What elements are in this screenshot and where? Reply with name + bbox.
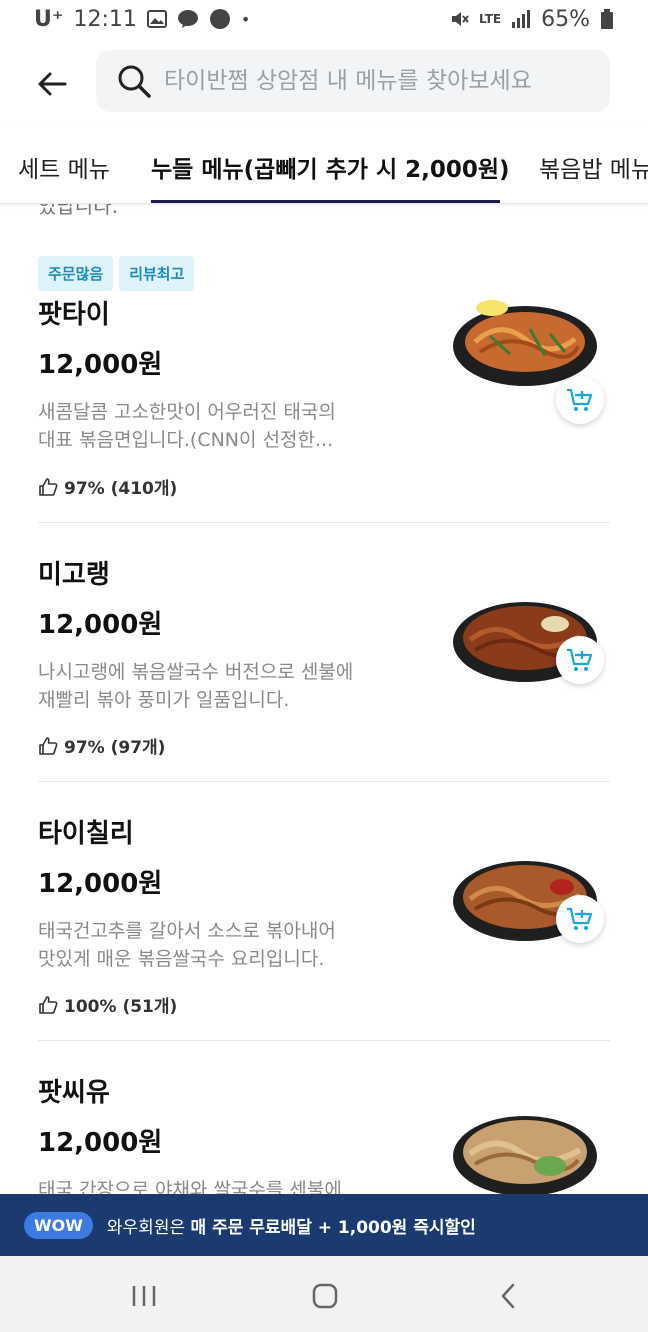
clock: 12:11 [73, 6, 137, 32]
back-nav-button[interactable] [488, 1276, 528, 1316]
thumbs-up-icon [39, 477, 58, 496]
back-button[interactable] [30, 62, 74, 106]
padseeew-photo[interactable] [450, 1104, 600, 1194]
menu-item-rating: 100% (51개) [38, 992, 177, 1017]
menu-item-desc: 새콤달콤 고소한맛이 어우러진 태국의 대표 볶음면입니다.(CNN이 선정한.… [38, 398, 398, 454]
arrow-left-icon [38, 72, 67, 96]
home-icon [312, 1283, 338, 1309]
status-bar: U⁺ 12:11 • LTE 65% [0, 0, 648, 38]
menu-item-price: 12,000원 [38, 1128, 163, 1158]
category-tabs: 세트 메뉴 누들 메뉴(곱빼기 추가 시 2,000원) 볶음밥 메뉴 [0, 128, 648, 204]
add-to-cart-button[interactable] [556, 895, 604, 943]
add-to-cart-icon [567, 907, 593, 930]
chevron-left-icon [501, 1283, 515, 1309]
thumbs-up-icon [39, 995, 58, 1014]
menu-list[interactable]: 있답니다. 주문많음 리뷰최고 팟타이 12,000원 새콤달콤 고소한맛이 어… [0, 204, 648, 1194]
desc-line: 대표 볶음면입니다.(CNN이 선정한... [38, 429, 334, 451]
home-button[interactable] [305, 1276, 345, 1316]
search-box[interactable] [96, 50, 610, 112]
previous-item-desc-cut: 있답니다. [38, 204, 118, 218]
tab-noodle-menu[interactable]: 누들 메뉴(곱빼기 추가 시 2,000원) [151, 150, 510, 184]
desc-line: 맛있게 매운 볶음쌀국수 요리입니다. [38, 948, 325, 970]
menu-item-price: 12,000원 [38, 869, 163, 899]
battery-icon [600, 9, 614, 29]
search-input[interactable] [164, 68, 584, 94]
menu-item-rating: 97% (97개) [38, 733, 165, 758]
wow-membership-banner[interactable]: WOW 와우회원은 매 주문 무료배달 + 1,000원 즉시할인 [0, 1194, 648, 1256]
battery-percent: 65% [541, 6, 590, 32]
wow-text-prefix: 와우회원은 [106, 1217, 191, 1238]
thumbs-up-icon [39, 736, 58, 755]
menu-item-rating: 97% (410개) [38, 474, 177, 499]
menu-item-desc: 나시고랭에 볶음쌀국수 버전으로 센불에 재빨리 볶아 풍미가 일품입니다. [38, 658, 398, 714]
add-to-cart-icon [567, 648, 593, 671]
carrier-label: U⁺ [34, 6, 64, 32]
system-nav-bar [0, 1256, 648, 1332]
rating-text: 100% (51개) [64, 997, 178, 1017]
add-to-cart-button[interactable] [556, 376, 604, 424]
badge-group: 주문많음 리뷰최고 [38, 256, 195, 291]
menu-item-name: 타이칠리 [38, 819, 134, 849]
mute-icon [449, 9, 469, 29]
item-divider [38, 781, 610, 782]
desc-line: 새콤달콤 고소한맛이 어우러진 태국의 [38, 401, 336, 423]
menu-item-desc: 태국건고추를 갈아서 소스로 볶아내어 맛있게 매운 볶음쌀국수 요리입니다. [38, 917, 398, 973]
desc-line: 나시고랭에 볶음쌀국수 버전으로 센불에 [38, 661, 354, 683]
item-divider [38, 522, 610, 523]
add-to-cart-button[interactable] [556, 636, 604, 684]
wow-banner-text: 와우회원은 매 주문 무료배달 + 1,000원 즉시할인 [107, 1213, 476, 1238]
wow-text-bold: 매 주문 무료배달 + 1,000원 즉시할인 [190, 1217, 476, 1238]
badge-best-review: 리뷰최고 [119, 256, 195, 291]
desc-line: 태국 간장으로 야채와 쌀국수를 센불에 [38, 1179, 342, 1194]
talk-icon [177, 9, 199, 29]
eats-icon [209, 8, 231, 30]
desc-line: 재빨리 볶아 풍미가 일품입니다. [38, 689, 290, 711]
tab-fried-rice-menu[interactable]: 볶음밥 메뉴 [539, 150, 648, 184]
menu-item-name: 팟타이 [38, 300, 110, 330]
rating-text: 97% (97개) [64, 738, 166, 758]
search-icon [118, 65, 151, 98]
menu-item-price: 12,000원 [38, 350, 163, 380]
item-divider [38, 1040, 610, 1041]
network-label: LTE [479, 12, 502, 26]
menu-item-price: 12,000원 [38, 610, 163, 640]
menu-item-desc: 태국 간장으로 야채와 쌀국수를 센불에 [38, 1176, 398, 1194]
desc-line: 태국건고추를 갈아서 소스로 볶아내어 [38, 920, 336, 942]
gallery-icon [146, 10, 167, 28]
recent-apps-icon [132, 1286, 156, 1306]
tab-set-menu[interactable]: 세트 메뉴 [18, 150, 110, 184]
badge-most-ordered: 주문많음 [38, 256, 114, 291]
signal-icon [511, 10, 531, 28]
menu-item-name: 미고랭 [38, 560, 110, 590]
wow-badge: WOW [24, 1211, 93, 1239]
active-tab-indicator [151, 200, 500, 203]
status-dot: • [240, 9, 251, 29]
header [0, 38, 648, 128]
add-to-cart-icon [567, 388, 593, 411]
rating-text: 97% (410개) [64, 479, 178, 499]
menu-item-name: 팟씨유 [38, 1078, 110, 1108]
recent-apps-button[interactable] [124, 1276, 164, 1316]
